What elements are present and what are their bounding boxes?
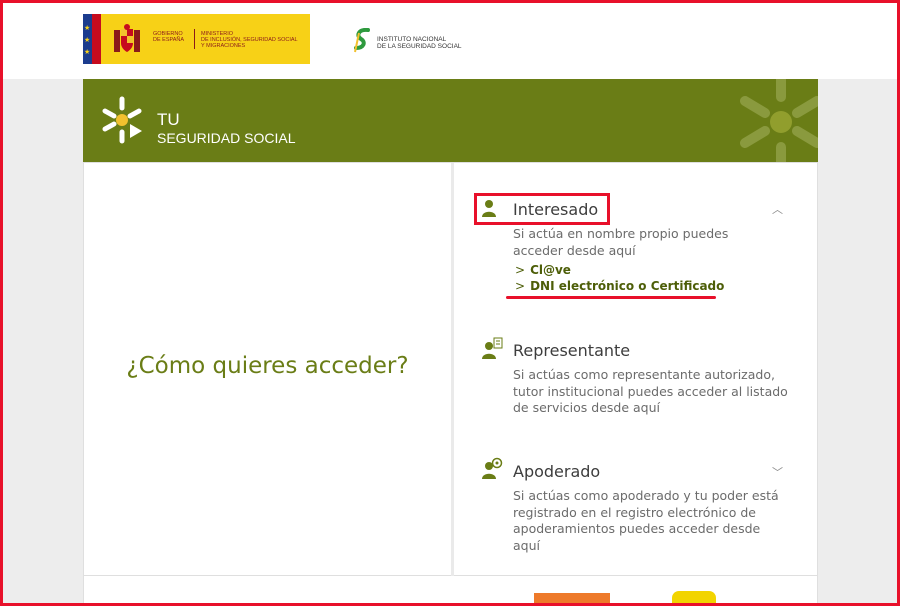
inss-s-icon: [354, 28, 370, 53]
attorney-icon: [482, 457, 503, 479]
gobierno-text: GOBIERNO DE ESPAÑA: [153, 31, 185, 43]
apoderado-description: Si actúas como apoderado y tu poder está…: [513, 488, 779, 553]
chevron-right-icon: >: [515, 263, 526, 277]
logo-separator: [194, 29, 195, 49]
tu-seguridad-social-banner: TU SEGURIDAD SOCIAL: [83, 79, 818, 162]
footer-orange-logo: [534, 593, 610, 605]
chevron-right-icon: >: [515, 279, 526, 293]
representante-title[interactable]: Representante: [513, 341, 630, 360]
representante-description: Si actúas como representante autorizado,…: [513, 367, 788, 415]
gobierno-espana-logo[interactable]: GOBIERNO DE ESPAÑA MINISTERIO DE INCLUSI…: [83, 14, 310, 64]
seguridad-social-star-logo-icon: [102, 96, 142, 144]
clave-link[interactable]: > Cl@ve: [515, 263, 571, 277]
spain-coat-of-arms-icon: [114, 24, 140, 52]
ministry-text: MINISTERIO DE INCLUSIÓN, SEGURIDAD SOCIA…: [201, 31, 298, 49]
brand-tu: TU: [157, 110, 180, 129]
card-divider: [451, 163, 454, 577]
star-watermark-icon: [740, 79, 818, 162]
inss-text: INSTITUTO NACIONAL DE LA SEGURIDAD SOCIA…: [377, 36, 462, 50]
inss-logo[interactable]: INSTITUTO NACIONAL DE LA SEGURIDAD SOCIA…: [352, 28, 472, 56]
chevron-down-icon[interactable]: ﹀: [772, 464, 783, 480]
highlight-underline: [506, 296, 716, 299]
brand-seguridad-social: SEGURIDAD SOCIAL: [157, 130, 296, 146]
apoderado-title[interactable]: Apoderado: [513, 462, 600, 481]
interesado-description: Si actúa en nombre propio puedes acceder…: [513, 226, 729, 258]
chevron-up-icon[interactable]: ︿: [772, 201, 783, 217]
eu-spain-flag-icon: [83, 14, 101, 64]
representative-icon: [482, 337, 503, 359]
highlight-box: [474, 193, 610, 225]
dni-certificado-link[interactable]: > DNI electrónico o Certificado: [515, 279, 724, 293]
footer-yellow-logo: [672, 591, 716, 605]
access-question-heading: ¿Cómo quieres acceder?: [126, 353, 409, 379]
